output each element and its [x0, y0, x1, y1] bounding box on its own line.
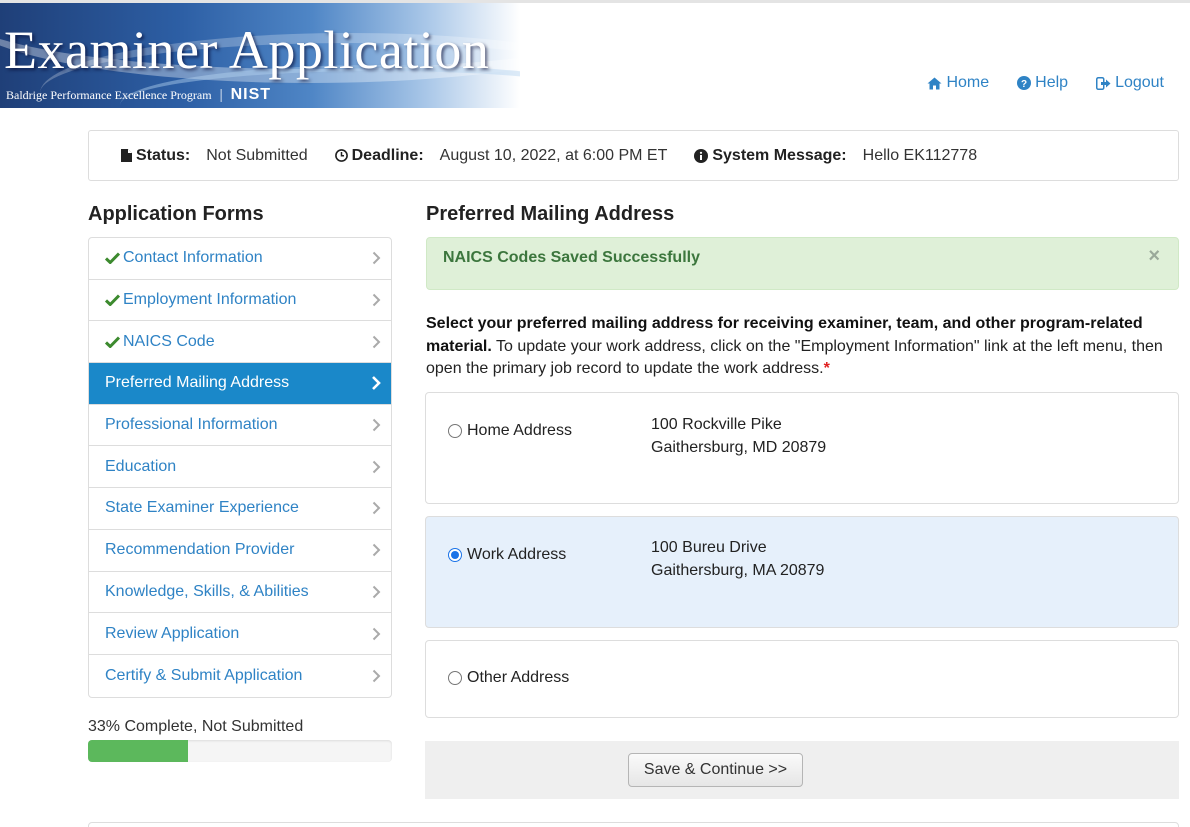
checkmark-icon	[105, 294, 120, 307]
other-address-option[interactable]: Other Address	[425, 640, 1179, 718]
sidebar-item-label: State Examiner Experience	[105, 499, 299, 517]
divider: |	[219, 86, 223, 103]
examiner-application-banner: Examiner Application Baldrige Performanc…	[0, 3, 520, 108]
deadline-label: Deadline:	[351, 146, 424, 164]
chevron-right-icon	[372, 669, 381, 683]
application-forms-heading: Application Forms	[88, 203, 264, 225]
option-label: Other Address	[467, 669, 570, 686]
file-icon	[121, 149, 132, 162]
chevron-right-icon	[372, 627, 381, 641]
sidebar-item-state-examiner-experience[interactable]: State Examiner Experience	[89, 488, 391, 530]
sidebar-item-label: Recommendation Provider	[105, 541, 295, 559]
other-address-radio-label[interactable]: Other Address	[448, 669, 569, 687]
other-address-radio[interactable]	[448, 671, 462, 685]
logout-link-label: Logout	[1115, 74, 1164, 91]
status-group: Status: Not Submitted	[121, 147, 308, 165]
sidebar-item-preferred-mailing-address[interactable]: Preferred Mailing Address	[89, 363, 391, 405]
system-message-label: System Message:	[712, 146, 847, 164]
program-name: Baldrige Performance Excellence Program	[6, 87, 212, 102]
info-circle-icon	[694, 148, 709, 163]
sidebar-item-label: Contact Information	[123, 249, 263, 267]
work-address-radio-label[interactable]: Work Address	[448, 546, 566, 564]
sidebar-item-knowledge-skills-abilities[interactable]: Knowledge, Skills, & Abilities	[89, 572, 391, 614]
chevron-right-icon	[371, 376, 381, 391]
question-circle-icon: ?	[1017, 76, 1032, 90]
sidebar-item-label: Review Application	[105, 624, 240, 642]
help-link-label: Help	[1035, 74, 1069, 91]
sidebar-item-label: Preferred Mailing Address	[105, 374, 290, 392]
logout-icon	[1096, 76, 1111, 90]
progress-label: 33% Complete, Not Submitted	[88, 718, 304, 735]
system-message-group: System Message: Hello EK112778	[694, 147, 977, 165]
alert-message: NAICS Codes Saved Successfully	[443, 249, 700, 266]
home-address-option[interactable]: Home Address 100 Rockville Pike Gaithers…	[425, 392, 1179, 504]
top-navigation: Home ? Help Logout	[927, 74, 1164, 92]
sidebar-item-employment-information[interactable]: Employment Information	[89, 280, 391, 322]
sidebar-item-label: Employment Information	[123, 291, 297, 309]
home-address-radio[interactable]	[448, 424, 462, 438]
address-line-2: Gaithersburg, MA 20879	[651, 561, 825, 579]
required-marker: *	[823, 360, 830, 377]
success-alert: NAICS Codes Saved Successfully ×	[426, 237, 1179, 290]
sidebar-item-education[interactable]: Education	[89, 446, 391, 489]
chevron-right-icon	[372, 460, 381, 474]
sidebar-item-contact-information[interactable]: Contact Information	[89, 238, 391, 280]
option-label: Home Address	[467, 422, 572, 439]
application-status-bar: Status: Not Submitted Deadline: August 1…	[88, 130, 1179, 181]
deadline-group: Deadline: August 10, 2022, at 6:00 PM ET	[334, 146, 668, 165]
status-label: Status:	[136, 146, 191, 164]
chevron-right-icon	[372, 501, 381, 515]
checkmark-icon	[105, 252, 120, 265]
sidebar-item-naics-code[interactable]: NAICS Code	[89, 321, 391, 364]
banner-title: Examiner Application	[4, 20, 490, 80]
address-line-1: 100 Bureu Drive	[651, 539, 767, 556]
home-address-lines: 100 Rockville Pike Gaithersburg, MD 2087…	[651, 414, 826, 459]
sidebar-item-label: Knowledge, Skills, & Abilities	[105, 582, 309, 600]
address-line-2: Gaithersburg, MD 20879	[651, 438, 827, 456]
deadline-value: August 10, 2022, at 6:00 PM ET	[439, 146, 668, 164]
work-address-option[interactable]: Work Address 100 Bureu Drive Gaithersbur…	[425, 516, 1179, 628]
instructions-text: To update your work address, click on th…	[426, 337, 1163, 378]
home-link[interactable]: Home	[927, 74, 989, 92]
sidebar-item-review-application[interactable]: Review Application	[89, 613, 391, 655]
chevron-right-icon	[372, 251, 381, 265]
system-message-value: Hello EK112778	[862, 146, 978, 164]
chevron-right-icon	[372, 335, 381, 349]
address-line-1: 100 Rockville Pike	[651, 416, 782, 433]
sidebar-item-certify-submit-application[interactable]: Certify & Submit Application	[89, 655, 391, 697]
home-icon	[927, 77, 942, 90]
sidebar-item-professional-information[interactable]: Professional Information	[89, 405, 391, 447]
work-address-lines: 100 Bureu Drive Gaithersburg, MA 20879	[651, 537, 824, 582]
sidebar-item-label: Certify & Submit Application	[105, 666, 303, 684]
option-label: Work Address	[467, 546, 567, 563]
status-value: Not Submitted	[206, 146, 308, 164]
sidebar-item-recommendation-provider[interactable]: Recommendation Provider	[89, 530, 391, 572]
mailing-address-instructions: Select your preferred mailing address fo…	[426, 313, 1166, 381]
progress-bar-fill	[88, 740, 189, 762]
chevron-right-icon	[372, 585, 381, 599]
help-link[interactable]: ? Help	[1017, 74, 1068, 92]
bottom-panel	[88, 822, 1179, 827]
application-forms-menu: Contact Information Employment Informati…	[88, 237, 392, 698]
banner-subtitle-row: Baldrige Performance Excellence Program …	[6, 86, 271, 104]
svg-text:?: ?	[1021, 79, 1027, 90]
clock-icon	[334, 149, 348, 162]
sidebar-item-label: NAICS Code	[123, 332, 215, 350]
save-continue-button[interactable]: Save & Continue >>	[628, 753, 803, 787]
chevron-right-icon	[372, 543, 381, 557]
chevron-right-icon	[372, 293, 381, 307]
sidebar-item-label: Education	[105, 457, 177, 475]
page-title: Preferred Mailing Address	[426, 203, 675, 225]
work-address-radio[interactable]	[448, 548, 462, 562]
logout-link[interactable]: Logout	[1096, 74, 1164, 92]
nist-logo: NIST	[230, 86, 272, 103]
chevron-right-icon	[372, 418, 381, 432]
close-alert-button[interactable]: ×	[1148, 246, 1160, 266]
sidebar-item-label: Professional Information	[105, 416, 278, 434]
application-progress-bar	[88, 740, 392, 762]
checkmark-icon	[105, 336, 120, 348]
home-address-radio-label[interactable]: Home Address	[448, 422, 572, 440]
home-link-label: Home	[946, 74, 990, 91]
